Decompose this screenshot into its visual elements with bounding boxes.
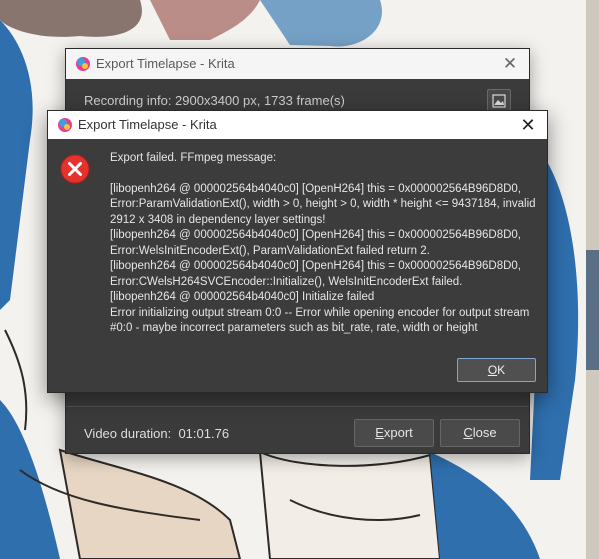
ffmpeg-output: [libopenh264 @ 000002564b4040c0] [OpenH2… xyxy=(110,182,536,335)
close-icon[interactable]: ✕ xyxy=(517,111,539,139)
image-icon xyxy=(492,94,506,108)
window-title: Export Timelapse - Krita xyxy=(96,56,235,71)
close-icon[interactable]: ✕ xyxy=(499,49,521,79)
ok-button[interactable]: OK xyxy=(457,358,536,382)
recording-info: Recording info: 2900x3400 px, 1733 frame… xyxy=(84,93,345,108)
error-message: Export failed. FFmpeg message: [libopenh… xyxy=(110,151,540,337)
export-failed-dialog: Export Timelapse - Krita ✕ Export failed… xyxy=(47,110,548,393)
title-bar: Export Timelapse - Krita ✕ xyxy=(48,111,547,139)
divider xyxy=(66,406,529,407)
krita-icon xyxy=(76,57,90,71)
close-button[interactable]: Close xyxy=(440,419,520,447)
error-icon xyxy=(60,154,90,184)
error-headline: Export failed. FFmpeg message: xyxy=(110,152,277,164)
krita-icon xyxy=(58,118,72,132)
window-title: Export Timelapse - Krita xyxy=(78,117,217,132)
video-duration-value: 01:01.76 xyxy=(178,426,230,441)
export-button[interactable]: Export xyxy=(354,419,434,447)
video-duration: Video duration: 01:01.76 xyxy=(84,426,229,441)
video-duration-label: Video duration: xyxy=(84,426,172,441)
title-bar: Export Timelapse - Krita ✕ xyxy=(66,49,529,79)
